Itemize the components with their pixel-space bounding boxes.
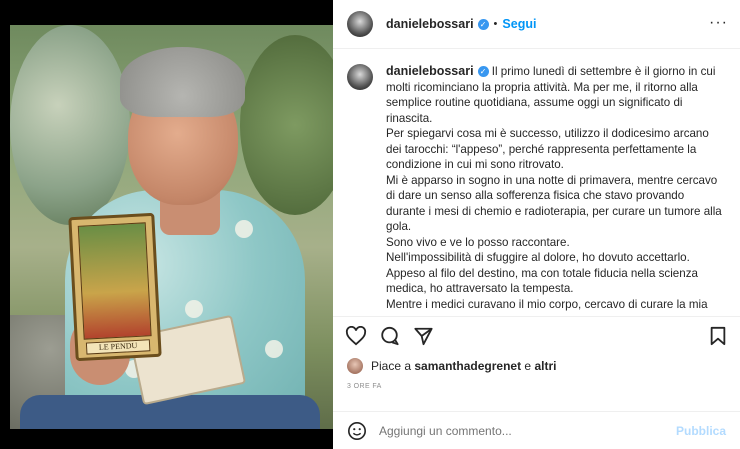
emoji-icon[interactable]	[347, 421, 367, 441]
post-comment-button[interactable]: Pubblica	[676, 424, 726, 438]
post-photo-container: LE PENDU	[0, 0, 333, 449]
header-separator: •	[493, 18, 498, 30]
comment-icon[interactable]	[379, 326, 400, 351]
heart-icon[interactable]	[345, 325, 367, 351]
share-icon[interactable]	[413, 326, 434, 351]
liker-avatar[interactable]	[347, 358, 363, 374]
likes-others-link[interactable]: altri	[534, 359, 556, 373]
comment-bar: Pubblica	[333, 411, 740, 449]
post-photo[interactable]: LE PENDU	[10, 25, 333, 429]
caption-paragraph-1: danielebossari ✓ Il primo lunedì di sette…	[386, 64, 716, 125]
liker-username[interactable]: samanthadegrenet	[414, 359, 521, 373]
header-username[interactable]: danielebossari	[386, 17, 474, 31]
background-bush	[10, 25, 130, 225]
caption-text: danielebossari ✓ Il primo lunedì di sette…	[386, 64, 726, 314]
tarot-card-label: LE PENDU	[85, 339, 151, 355]
verified-badge-icon: ✓	[477, 66, 489, 78]
avatar[interactable]	[347, 11, 373, 37]
caption-avatar[interactable]	[347, 64, 373, 90]
verified-badge-icon: ✓	[477, 18, 489, 30]
caption-paragraph-3: Mi è apparso in sogno in una notte di pr…	[386, 173, 722, 234]
man-hair	[120, 47, 245, 117]
caption-paragraph-6: Appeso al filo del destino, ma con total…	[386, 266, 698, 296]
follow-button[interactable]: Segui	[502, 17, 536, 31]
man-jeans	[20, 395, 320, 429]
post-timestamp[interactable]: 3 ORE FA	[347, 383, 382, 390]
post-side-panel: danielebossari ✓ • Segui ··· danieleboss…	[333, 0, 740, 449]
comment-input[interactable]	[379, 423, 676, 438]
action-bar	[333, 316, 740, 352]
likes-conj: e	[524, 359, 532, 373]
background-tree	[240, 35, 333, 215]
likes-line: Piace a samanthadegrenet e altri	[347, 358, 556, 374]
caption-paragraph-2: Per spiegarvi cosa mi è successo, utiliz…	[386, 127, 709, 171]
caption-paragraph-5: Nell'impossibilità di sfuggire al dolore…	[386, 251, 690, 264]
post-header: danielebossari ✓ • Segui ···	[333, 0, 740, 49]
caption-paragraph-7: Mentre i medici curavano il mio corpo, c…	[386, 297, 708, 315]
caption-username[interactable]: danielebossari	[386, 64, 474, 78]
tarot-card-hanged-man: LE PENDU	[68, 212, 162, 362]
bookmark-icon[interactable]	[709, 326, 727, 351]
caption-paragraph-4: Sono vivo e ve lo posso raccontare.	[386, 235, 570, 249]
tarot-card-art	[77, 222, 152, 340]
caption-scroll-area[interactable]: danielebossari ✓ Il primo lunedì di sette…	[333, 50, 740, 314]
more-options-icon[interactable]: ···	[709, 14, 728, 32]
likes-prefix: Piace a	[371, 359, 412, 373]
